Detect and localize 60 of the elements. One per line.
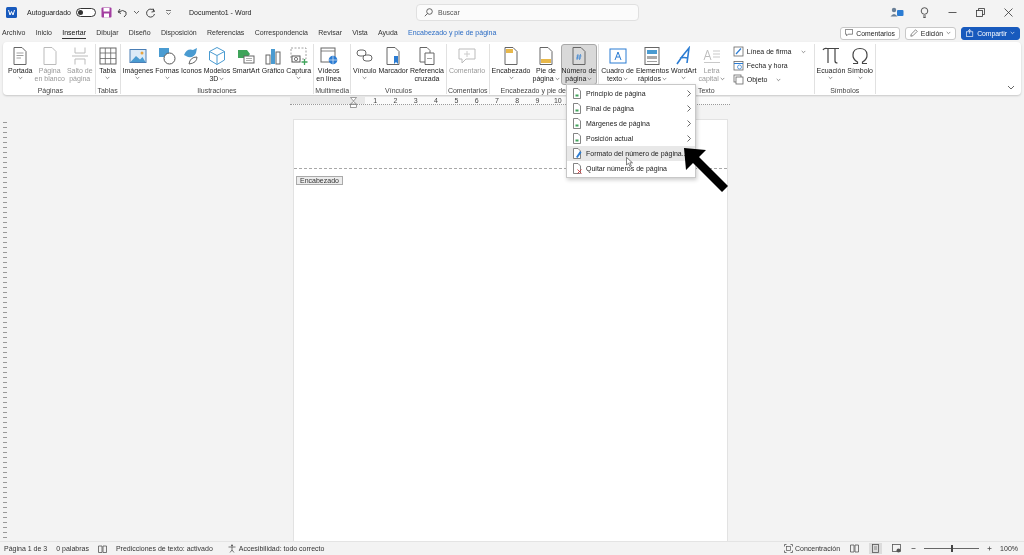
page-icon (572, 133, 582, 144)
video-icon (318, 46, 339, 66)
table-icon (97, 46, 118, 66)
page-icon (572, 118, 582, 129)
shapes-icon (157, 46, 178, 66)
comment-icon (457, 46, 477, 66)
redo-icon[interactable] (145, 6, 156, 18)
comment-icon (845, 29, 854, 37)
page-icon (572, 88, 582, 99)
page-break-icon (69, 46, 90, 66)
page-icon (572, 103, 582, 114)
print-layout-icon (871, 544, 881, 553)
caret-icon (946, 31, 952, 35)
text-box-icon (607, 46, 628, 66)
focus-icon (783, 544, 793, 553)
mouse-cursor-icon (626, 157, 633, 167)
view-button[interactable] (848, 543, 862, 554)
pi-icon (820, 46, 841, 66)
chevron-right-icon (687, 105, 691, 112)
bar-chart-icon (263, 46, 284, 66)
undo-icon[interactable] (117, 6, 128, 18)
collapse-ribbon-icon[interactable] (1007, 85, 1015, 90)
word-logo-icon (6, 6, 17, 18)
book-icon[interactable] (97, 544, 107, 553)
caret-icon (133, 9, 140, 15)
chevron-right-icon (687, 135, 691, 142)
chevron-right-icon (687, 120, 691, 127)
pencil-icon (909, 29, 918, 37)
camera-icon (288, 46, 309, 66)
search-icon (424, 7, 433, 17)
page-icon (572, 163, 582, 174)
lightbulb-icon[interactable] (920, 6, 929, 18)
customize-menu-icon[interactable] (165, 8, 172, 16)
omega-icon (850, 46, 871, 66)
share-icon (966, 29, 975, 37)
chevron-right-icon (687, 90, 691, 97)
calendar-icon (732, 60, 744, 71)
restore-icon[interactable] (976, 7, 985, 17)
zoom-in-icon[interactable] (987, 546, 993, 551)
web-layout-icon (892, 544, 902, 553)
zoom-slider-thumb[interactable] (950, 545, 953, 552)
view-button[interactable] (890, 543, 904, 554)
accessibility-icon (227, 544, 237, 553)
zoom-out-icon[interactable] (911, 546, 917, 551)
person-icon[interactable] (890, 7, 904, 17)
indent-marker-icon[interactable] (350, 97, 357, 108)
image-icon (127, 46, 148, 66)
autosave-toggle[interactable] (76, 7, 96, 17)
signature-icon (732, 46, 744, 57)
document-icon (416, 46, 437, 66)
page-icon (572, 148, 582, 159)
read-mode-icon (850, 544, 860, 553)
close-icon[interactable] (1004, 7, 1013, 17)
caret-icon (1010, 31, 1015, 35)
layout-icon (642, 46, 663, 66)
cube-icon (206, 46, 227, 66)
object-icon (732, 74, 744, 85)
save-icon[interactable] (101, 6, 112, 18)
arrow-icon (683, 147, 729, 193)
view-button[interactable] (869, 543, 883, 554)
